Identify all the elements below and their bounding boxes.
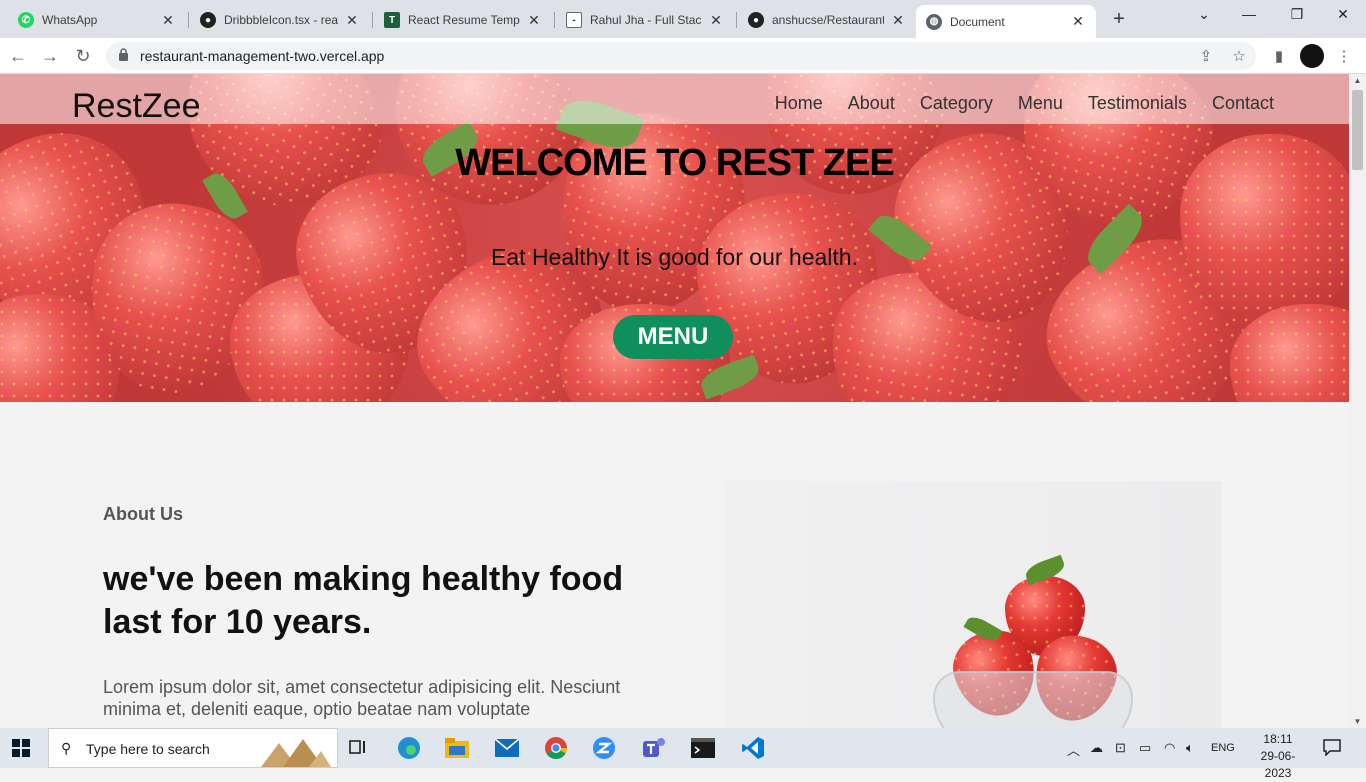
site-navbar: RestZee Home About Category Menu Testimo…	[0, 74, 1349, 125]
nav-links: Home About Category Menu Testimonials Co…	[775, 92, 1274, 114]
nav-link-category[interactable]: Category	[920, 92, 993, 114]
tab-whatsapp[interactable]: ✆ WhatsApp ✕	[8, 5, 186, 35]
menu-button[interactable]: MENU	[613, 315, 733, 359]
close-tab-icon[interactable]: ✕	[1070, 13, 1086, 30]
github-icon: ●	[748, 12, 764, 28]
close-tab-icon[interactable]: ✕	[344, 12, 360, 29]
terminal-icon[interactable]	[689, 734, 717, 762]
tb-icon: T	[384, 12, 400, 28]
menu-kebab-icon[interactable]: ⋮	[1334, 47, 1354, 67]
profile-avatar[interactable]	[1300, 44, 1324, 68]
hero-subtitle: Eat Healthy It is good for our health.	[491, 244, 858, 270]
wifi-icon[interactable]: ◠	[1164, 740, 1175, 756]
nav-link-about[interactable]: About	[848, 92, 895, 114]
tab-separator	[188, 12, 189, 28]
pyramids-icon	[261, 739, 331, 767]
notification-center-icon[interactable]	[1322, 738, 1342, 756]
glass-bowl	[933, 671, 1133, 728]
close-tab-icon[interactable]: ✕	[526, 12, 542, 29]
share-icon[interactable]: ⇪	[1196, 47, 1216, 67]
site-logo[interactable]: RestZee	[72, 87, 201, 125]
back-button[interactable]: ←	[6, 44, 30, 68]
scroll-down-arrow-icon[interactable]: ▼	[1353, 717, 1362, 726]
onedrive-cloud-icon[interactable]: ☁	[1090, 740, 1103, 756]
tab-react-resume[interactable]: T React Resume Templa ✕	[374, 5, 552, 35]
tab-search-chevron-icon[interactable]: ⌄	[1189, 6, 1219, 23]
teams-icon[interactable]	[640, 734, 668, 762]
close-window-button[interactable]: ✕	[1328, 6, 1358, 23]
reload-button[interactable]: ↻	[71, 44, 95, 68]
windows-taskbar: ⚲ Type here to search ︿ ☁ ⊡ ▭ ◠ 🔈︎ ENG 1	[0, 728, 1366, 780]
globe-icon: ◍	[926, 13, 942, 30]
minimize-button[interactable]: —	[1234, 6, 1264, 22]
nav-link-menu[interactable]: Menu	[1018, 92, 1063, 114]
tab-restaurant-repo[interactable]: ● anshucse/Restaurant_ ✕	[738, 5, 916, 35]
page-scrollbar[interactable]: ▲ ▼	[1349, 74, 1366, 728]
task-view-icon[interactable]	[344, 734, 372, 762]
url-text[interactable]: restaurant-management-two.vercel.app	[140, 48, 384, 64]
lock-icon	[119, 48, 128, 61]
close-tab-icon[interactable]: ✕	[890, 12, 906, 29]
address-bar[interactable]: restaurant-management-two.vercel.app	[106, 42, 1256, 70]
meet-now-icon[interactable]: ⊡	[1115, 740, 1126, 756]
tab-rahul-jha[interactable]: - Rahul Jha - Full Stack ✕	[556, 5, 734, 35]
windows-start-icon[interactable]	[12, 739, 30, 757]
tab-separator	[736, 12, 737, 28]
tab-separator	[554, 12, 555, 28]
whatsapp-icon: ✆	[18, 12, 34, 28]
bookmark-star-icon[interactable]: ☆	[1229, 47, 1249, 67]
site-icon: -	[566, 12, 582, 28]
battery-icon[interactable]: ▭	[1139, 740, 1151, 756]
chrome-icon[interactable]	[542, 734, 570, 762]
language-indicator[interactable]: ENG	[1211, 742, 1235, 754]
zoom-icon[interactable]	[590, 734, 618, 762]
tab-separator	[372, 12, 373, 28]
edge-icon[interactable]	[395, 734, 423, 762]
taskbar-clock[interactable]: 18:11 29-06-2023	[1248, 731, 1308, 782]
about-label: About Us	[103, 504, 183, 524]
nav-link-testimonials[interactable]: Testimonials	[1088, 92, 1187, 114]
about-paragraph: Lorem ipsum dolor sit, amet consectetur …	[103, 677, 621, 719]
show-hidden-icons-chevron-icon[interactable]: ︿	[1067, 740, 1080, 759]
close-tab-icon[interactable]: ✕	[708, 12, 724, 29]
forward-button[interactable]: →	[38, 44, 62, 68]
new-tab-button[interactable]: +	[1108, 8, 1130, 31]
tab-document[interactable]: ◍ Document ✕	[916, 5, 1096, 38]
vscode-icon[interactable]	[739, 734, 767, 762]
restore-button[interactable]: ❐	[1282, 6, 1312, 23]
tab-dribbble-icon[interactable]: ● DribbbleIcon.tsx - reac ✕	[190, 5, 370, 35]
scroll-up-arrow-icon[interactable]: ▲	[1353, 76, 1362, 85]
address-toolbar: ← → ↻ restaurant-management-two.vercel.a…	[0, 38, 1366, 74]
nav-link-contact[interactable]: Contact	[1212, 92, 1274, 114]
taskbar-search-placeholder: Type here to search	[86, 741, 210, 757]
volume-icon[interactable]: 🔈︎	[1186, 740, 1194, 756]
scrollbar-thumb[interactable]	[1352, 90, 1363, 170]
clock-time: 18:11	[1263, 732, 1293, 746]
close-tab-icon[interactable]: ✕	[160, 12, 176, 29]
github-icon: ●	[200, 12, 216, 28]
taskbar-search-box[interactable]: ⚲ Type here to search	[48, 728, 338, 768]
clock-date: 29-06-2023	[1260, 749, 1296, 780]
search-icon: ⚲	[61, 740, 72, 756]
file-explorer-icon[interactable]	[443, 734, 471, 762]
hero-section: RestZee Home About Category Menu Testimo…	[0, 74, 1349, 402]
side-panel-icon[interactable]: ▮	[1269, 47, 1289, 67]
strawberry-bowl-image	[725, 481, 1222, 728]
nav-link-home[interactable]: Home	[775, 92, 823, 114]
about-heading: we've been making healthy food last for …	[103, 560, 624, 641]
browser-tab-strip: ✆ WhatsApp ✕ ● DribbbleIcon.tsx - reac ✕…	[0, 0, 1366, 38]
page-viewport: RestZee Home About Category Menu Testimo…	[0, 74, 1349, 728]
hero-title: WELCOME TO REST ZEE	[455, 142, 894, 184]
mail-icon[interactable]	[493, 734, 521, 762]
